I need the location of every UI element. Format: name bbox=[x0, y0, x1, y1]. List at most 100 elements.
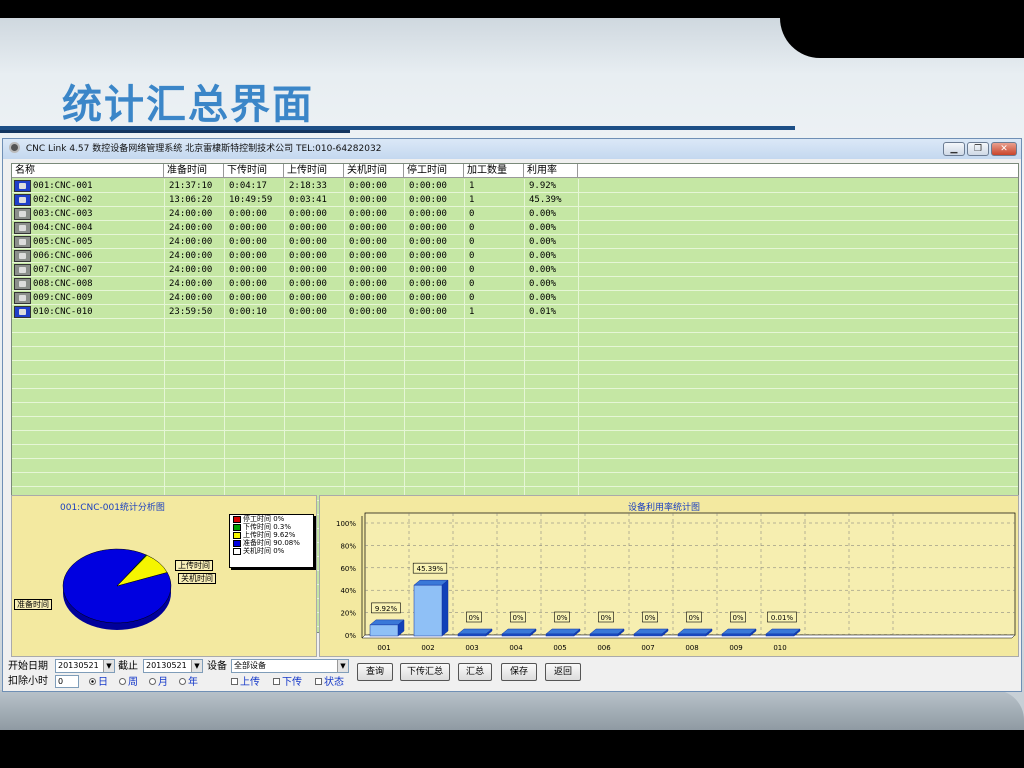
col-name-header[interactable]: 名称 bbox=[12, 164, 164, 178]
download-summary-button[interactable]: 下传汇总 bbox=[400, 663, 450, 681]
machine-icon bbox=[14, 180, 31, 192]
legend-item: 下传时间 0.3% bbox=[230, 523, 313, 531]
col-up-header[interactable]: 上传时间 bbox=[284, 164, 344, 178]
checkbox-checked-icon[interactable] bbox=[315, 678, 322, 685]
cell-shutdown-time: 0:00:00 bbox=[349, 251, 387, 261]
back-button[interactable]: 返回 bbox=[545, 663, 581, 681]
col-prep-header[interactable]: 准备时间 bbox=[164, 164, 224, 178]
machine-icon bbox=[14, 194, 31, 206]
col-stop-header[interactable]: 停工时间 bbox=[404, 164, 464, 178]
cell-shutdown-time: 0:00:00 bbox=[349, 181, 387, 191]
table-row[interactable]: 003:CNC-003 24:00:00 0:00:00 0:00:00 0:00:00… bbox=[12, 207, 578, 221]
table-row[interactable]: 010:CNC-010 23:59:50 0:00:10 0:00:00 0:00:00… bbox=[12, 305, 578, 319]
chevron-down-icon[interactable]: ▼ bbox=[337, 660, 348, 672]
deduct-hours-input[interactable]: 0 bbox=[55, 675, 79, 688]
cell-count: 0 bbox=[469, 265, 475, 275]
slide: 统计汇总界面 CNC Link 4.57 数控设备网络管理系统 北京雷棣斯特控制… bbox=[0, 0, 1024, 768]
slide-title: 统计汇总界面 bbox=[62, 82, 314, 128]
cell-utilization: 0.00% bbox=[529, 293, 557, 303]
table-row[interactable]: 002:CNC-002 13:06:20 10:49:59 0:03:41 0:00:0… bbox=[12, 193, 578, 207]
period-week-label: 周 bbox=[128, 677, 138, 688]
period-day-label: 日 bbox=[98, 677, 108, 688]
legend-label: 上传时间 9.62% bbox=[243, 531, 296, 539]
table-row[interactable]: 004:CNC-004 24:00:00 0:00:00 0:00:00 0:00:00… bbox=[12, 221, 578, 235]
period-year-option[interactable]: 年 bbox=[179, 676, 198, 689]
period-week-option[interactable]: 周 bbox=[119, 676, 138, 689]
slide-bottom-band bbox=[0, 690, 1024, 730]
cell-download-time: 0:00:00 bbox=[229, 223, 267, 233]
chevron-down-icon[interactable]: ▼ bbox=[103, 660, 114, 672]
maximize-button[interactable]: ❐ bbox=[967, 142, 989, 156]
y-tick-label: 100% bbox=[336, 520, 356, 528]
legend-swatch bbox=[233, 540, 241, 547]
summary-button[interactable]: 汇总 bbox=[458, 663, 492, 681]
bar bbox=[413, 584, 443, 637]
cell-download-time: 0:00:00 bbox=[229, 265, 267, 275]
window-controls: ▁ ❐ ✕ bbox=[943, 142, 1017, 156]
cell-name: 007:CNC-007 bbox=[33, 265, 93, 275]
period-month-option[interactable]: 月 bbox=[149, 676, 168, 689]
close-button[interactable]: ✕ bbox=[991, 142, 1017, 156]
minimize-button[interactable]: ▁ bbox=[943, 142, 965, 156]
save-button[interactable]: 保存 bbox=[501, 663, 537, 681]
table-row[interactable]: 006:CNC-006 24:00:00 0:00:00 0:00:00 0:00:00… bbox=[12, 249, 578, 263]
window-titlebar[interactable]: CNC Link 4.57 数控设备网络管理系统 北京雷棣斯特控制技术公司 TE… bbox=[3, 139, 1021, 159]
x-tick-label: 006 bbox=[597, 644, 611, 652]
y-tick-label: 20% bbox=[340, 610, 356, 618]
col-util-header[interactable]: 利用率 bbox=[524, 164, 578, 178]
col-down-header[interactable]: 下传时间 bbox=[224, 164, 284, 178]
radio-selected-icon[interactable] bbox=[89, 678, 96, 685]
cell-utilization: 0.00% bbox=[529, 251, 557, 261]
cell-name: 010:CNC-010 bbox=[33, 307, 93, 317]
cell-name: 005:CNC-005 bbox=[33, 237, 93, 247]
col-count-header[interactable]: 加工数量 bbox=[464, 164, 524, 178]
checkbox-checked-icon[interactable] bbox=[231, 678, 238, 685]
bar bbox=[369, 624, 399, 637]
checkbox-checked-icon[interactable] bbox=[273, 678, 280, 685]
cell-prep-time: 13:06:20 bbox=[169, 195, 213, 205]
table-row[interactable]: 007:CNC-007 24:00:00 0:00:00 0:00:00 0:00:00… bbox=[12, 263, 578, 277]
machine-icon bbox=[14, 264, 31, 276]
legend-swatch bbox=[233, 548, 241, 555]
start-date-picker[interactable]: 20130521 ▼ bbox=[55, 659, 115, 673]
chevron-down-icon[interactable]: ▼ bbox=[191, 660, 202, 672]
upload-checkbox[interactable]: 上传 bbox=[231, 676, 260, 689]
legend-item: 上传时间 9.62% bbox=[230, 531, 313, 539]
cell-stop-time: 0:00:00 bbox=[409, 265, 447, 275]
table-row[interactable]: 008:CNC-008 24:00:00 0:00:00 0:00:00 0:00:00… bbox=[12, 277, 578, 291]
cell-prep-time: 24:00:00 bbox=[169, 223, 213, 233]
cell-shutdown-time: 0:00:00 bbox=[349, 209, 387, 219]
radio-icon[interactable] bbox=[179, 678, 186, 685]
legend-swatch bbox=[233, 516, 241, 523]
download-checkbox[interactable]: 下传 bbox=[273, 676, 302, 689]
bar bbox=[589, 633, 619, 637]
data-label: 0% bbox=[732, 614, 743, 622]
data-label: 0% bbox=[556, 614, 567, 622]
table-row[interactable]: 009:CNC-009 24:00:00 0:00:00 0:00:00 0:00:00… bbox=[12, 291, 578, 305]
data-label: 0% bbox=[512, 614, 523, 622]
title-rule-accent bbox=[0, 130, 350, 133]
table-row[interactable]: 005:CNC-005 24:00:00 0:00:00 0:00:00 0:00:00… bbox=[12, 235, 578, 249]
cell-stop-time: 0:00:00 bbox=[409, 279, 447, 289]
query-button[interactable]: 查询 bbox=[357, 663, 393, 681]
device-select[interactable]: 全部设备 ▼ bbox=[231, 659, 349, 673]
pie-label-prep: 准备时间 bbox=[14, 599, 52, 610]
col-off-header[interactable]: 关机时间 bbox=[344, 164, 404, 178]
cell-stop-time: 0:00:00 bbox=[409, 181, 447, 191]
cell-shutdown-time: 0:00:00 bbox=[349, 293, 387, 303]
table-row[interactable]: 001:CNC-001 21:37:10 0:04:17 2:18:33 0:00:00… bbox=[12, 179, 578, 193]
cell-count: 0 bbox=[469, 237, 475, 247]
radio-icon[interactable] bbox=[119, 678, 126, 685]
cell-stop-time: 0:00:00 bbox=[409, 293, 447, 303]
status-checkbox[interactable]: 状态 bbox=[315, 676, 344, 689]
radio-icon[interactable] bbox=[149, 678, 156, 685]
cell-name: 003:CNC-003 bbox=[33, 209, 93, 219]
cell-download-time: 0:00:00 bbox=[229, 279, 267, 289]
x-tick-label: 001 bbox=[377, 644, 390, 652]
period-day-option[interactable]: 日 bbox=[89, 676, 108, 689]
cell-utilization: 0.01% bbox=[529, 307, 557, 317]
end-date-picker[interactable]: 20130521 ▼ bbox=[143, 659, 203, 673]
table-header: 名称 准备时间 下传时间 上传时间 关机时间 停工时间 加工数量 利用率 bbox=[12, 164, 1018, 178]
cell-upload-time: 2:18:33 bbox=[289, 181, 327, 191]
cell-upload-time: 0:00:00 bbox=[289, 265, 327, 275]
